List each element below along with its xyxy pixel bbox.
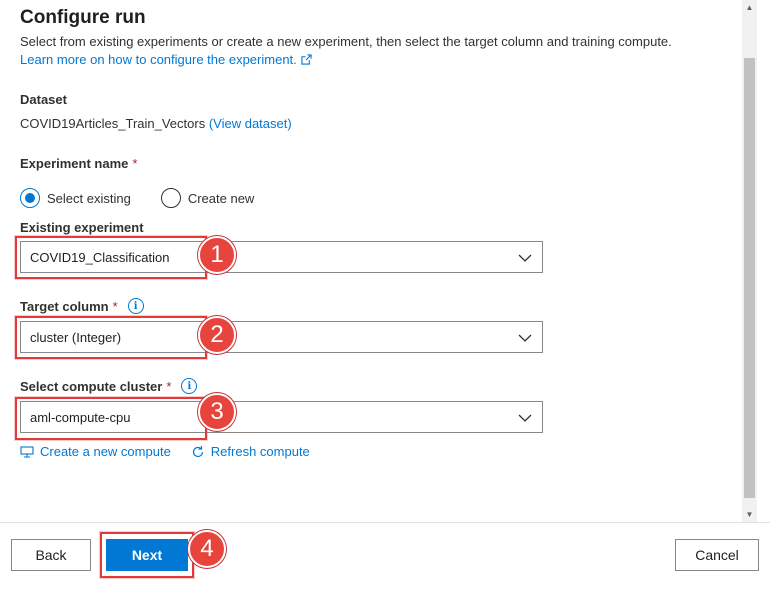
compute-cluster-dropdown[interactable]: aml-compute-cpu [20,401,543,433]
required-asterisk: * [112,298,118,314]
compute-links-row: Create a new compute Refresh compute [20,444,330,459]
footer-bar: Back Next 4 Cancel [0,522,770,591]
scroll-up-icon[interactable]: ▲ [745,3,754,12]
refresh-icon [192,445,203,457]
cancel-button[interactable]: Cancel [675,539,759,571]
view-dataset-link[interactable]: (View dataset) [209,116,292,131]
radio-create-new[interactable]: Create new [160,188,255,208]
target-column-label: Target column * i [20,298,144,314]
page-title: Configure run [20,7,146,28]
info-icon[interactable]: i [181,378,198,394]
radio-button-unchecked[interactable] [160,188,181,208]
chevron-down-icon [518,414,532,422]
info-icon[interactable]: i [127,298,144,314]
dataset-label-text: Dataset [20,92,67,107]
configure-run-panel: Configure run Select from existing exper… [0,0,742,522]
step-marker-4: 4 [188,530,226,568]
scroll-down-icon[interactable]: ▼ [745,510,754,519]
existing-experiment-value: COVID19_Classification [30,249,170,265]
radio-select-existing-label: Select existing [47,190,131,206]
chevron-down-icon [518,254,532,262]
step-marker-1: 1 [198,236,236,274]
dataset-value: COVID19Articles_Train_Vectors (View data… [20,116,292,131]
compute-cluster-value: aml-compute-cpu [30,409,131,425]
external-link-icon [301,54,312,65]
experiment-radio-group: Select existing Create new [20,188,284,208]
radio-button-checked[interactable] [20,188,40,208]
radio-create-new-label: Create new [187,190,255,206]
create-compute-link[interactable]: Create a new compute [20,444,171,459]
required-asterisk: * [132,156,138,171]
target-column-dropdown[interactable]: cluster (Integer) [20,321,543,353]
scroll-thumb[interactable] [744,58,755,498]
existing-experiment-label: Existing experiment [20,220,144,235]
dataset-name: COVID19Articles_Train_Vectors [20,116,206,131]
existing-experiment-label-text: Existing experiment [20,220,144,235]
refresh-compute-label: Refresh compute [210,444,310,459]
learn-more-link[interactable]: Learn more on how to configure the exper… [20,52,312,67]
compute-cluster-label-text: Select compute cluster [20,378,163,394]
required-asterisk: * [166,378,172,394]
step-marker-3: 3 [198,393,236,431]
experiment-name-label-text: Experiment name [20,156,129,171]
compute-cluster-label: Select compute cluster * i [20,378,198,394]
refresh-compute-link[interactable]: Refresh compute [191,444,310,459]
next-button[interactable]: Next [106,539,188,571]
page-subtitle: Select from existing experiments or crea… [20,34,672,49]
step-marker-2: 2 [198,316,236,354]
vertical-scrollbar[interactable]: ▲ ▼ [742,0,757,522]
back-button[interactable]: Back [11,539,91,571]
monitor-icon [20,445,34,458]
dataset-label: Dataset [20,92,67,107]
chevron-down-icon [518,334,532,342]
target-column-value: cluster (Integer) [30,329,122,345]
target-column-label-text: Target column [20,298,109,314]
create-compute-label: Create a new compute [40,444,171,459]
experiment-name-label: Experiment name * [20,156,137,171]
existing-experiment-dropdown[interactable]: COVID19_Classification [20,241,543,273]
learn-more-label: Learn more on how to configure the exper… [20,52,297,67]
radio-select-existing[interactable]: Select existing [20,188,131,208]
